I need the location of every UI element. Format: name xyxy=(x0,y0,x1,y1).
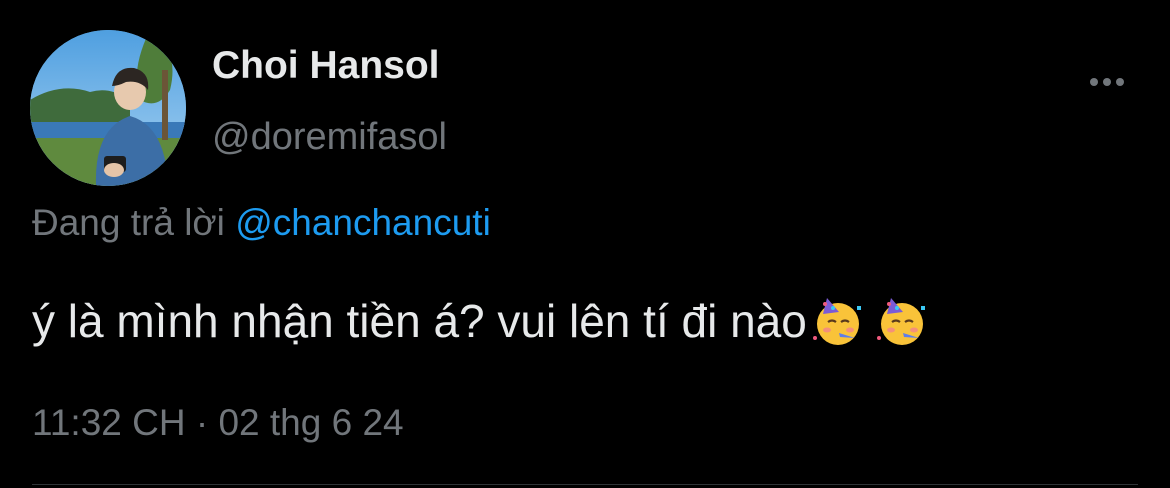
author-name[interactable]: Choi Hansol xyxy=(212,44,440,88)
tweet-text-content: ý là mình nhận tiền á? vui lên tí đi nào xyxy=(32,295,807,347)
mention-link[interactable]: @chanchancuti xyxy=(235,202,491,243)
more-horizontal-icon xyxy=(1116,78,1124,86)
replying-to: Đang trả lời @chanchancuti xyxy=(32,202,491,244)
partying-face-emoji-icon xyxy=(809,292,867,350)
replying-to-label: Đang trả lời xyxy=(32,202,225,243)
divider xyxy=(32,484,1138,485)
avatar-image xyxy=(30,30,186,186)
more-horizontal-icon xyxy=(1103,78,1111,86)
tweet-text: ý là mình nhận tiền á? vui lên tí đi nào xyxy=(32,292,931,350)
avatar[interactable] xyxy=(30,30,186,186)
more-horizontal-icon xyxy=(1090,78,1098,86)
more-options-button[interactable] xyxy=(1082,62,1132,102)
partying-face-emoji-icon xyxy=(873,292,931,350)
author-handle[interactable]: @doremifasol xyxy=(212,116,447,159)
tweet-timestamp[interactable]: 11:32 CH · 02 thg 6 24 xyxy=(32,402,404,444)
